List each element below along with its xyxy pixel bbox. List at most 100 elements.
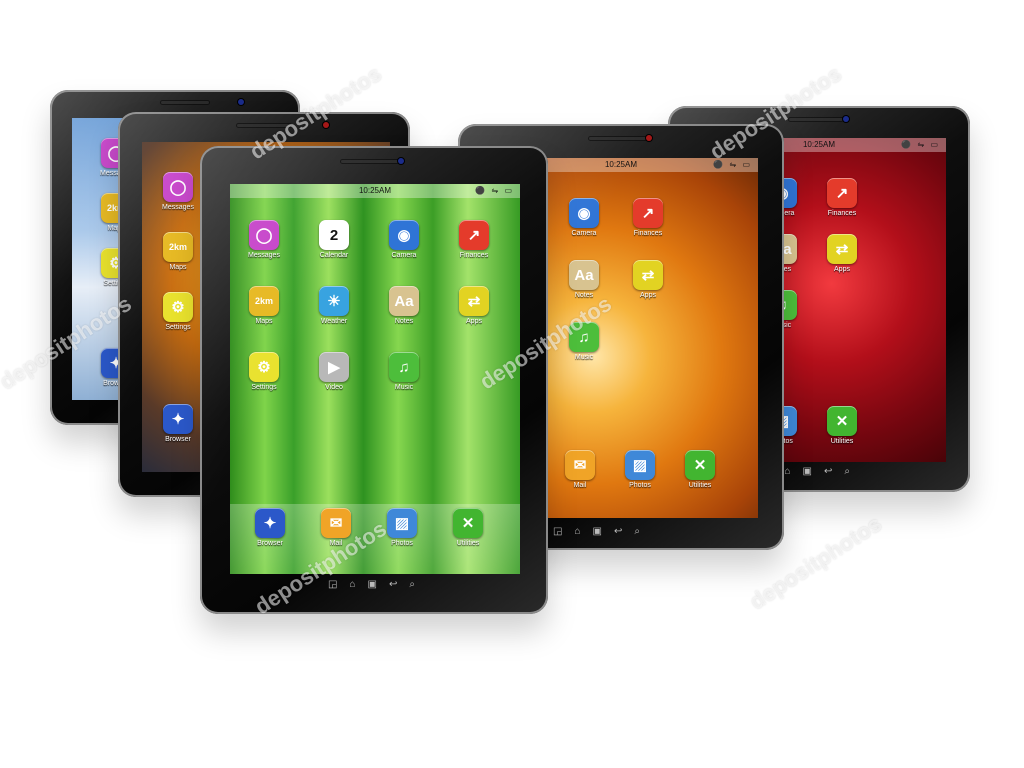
home-icon[interactable]: ⌂ [349,579,355,590]
back-icon[interactable]: ↩ [614,526,622,537]
app-video[interactable]: ▶ Video [308,352,360,391]
app-browser[interactable]: ✦ Browser [244,508,296,547]
app-label: Utilities [688,482,712,489]
search-icon[interactable]: ⌕ [409,579,415,590]
messages-icon: ◯ [249,220,279,250]
app-label: Apps [640,292,656,299]
nav-buttons[interactable]: ◲ ⌂ ▣ ↩ ⌕ [553,526,640,537]
back-icon[interactable]: ↩ [389,579,397,590]
app-apps[interactable]: ⇄ Apps [622,260,674,299]
app-label: Maps [255,318,273,325]
weather-icon: ☀ [319,286,349,316]
app-label: Finances [459,252,489,259]
app-photos[interactable]: ▨ Photos [614,450,666,489]
finances-icon: ↗ [633,198,663,228]
status-bar: 10:25AM ⚫ ⇋ ▭ [230,184,520,198]
app-maps[interactable]: 2km Maps [152,232,204,271]
utilities-icon: ✕ [827,406,857,436]
app-finances[interactable]: ↗ Finances [816,178,868,217]
app-apps[interactable]: ⇄ Apps [816,234,868,273]
front-camera [238,99,244,105]
app-browser[interactable]: ✦ Browser [152,404,204,443]
app-settings[interactable]: ⚙ Settings [238,352,290,391]
mail-icon: ✉ [565,450,595,480]
front-camera [398,158,404,164]
apps-icon: ⇄ [633,260,663,290]
app-utilities[interactable]: ✕ Utilities [442,508,494,547]
browser-icon: ✦ [163,404,193,434]
tablet-screen: 10:25AM ⚫ ⇋ ▭ ◯ Messages 2 Calendar ◉ Camera ↗… [230,184,520,574]
app-label: Settings [165,324,191,331]
photos-icon: ▨ [625,450,655,480]
app-mail[interactable]: ✉ Mail [554,450,606,489]
app-label: Finances [827,210,857,217]
status-icons: ⚫ ⇋ ▭ [901,140,940,149]
app-label: Mail [573,482,587,489]
home-icon[interactable]: ⌂ [784,466,790,477]
nav-buttons[interactable]: ◲ ⌂ ▣ ↩ ⌕ [328,579,415,590]
speaker-grille [340,159,402,164]
notes-icon: Aa [569,260,599,290]
app-label: Maps [169,264,187,271]
utilities-icon: ✕ [685,450,715,480]
maps-icon: 2km [163,232,193,262]
app-utilities[interactable]: ✕ Utilities [816,406,868,445]
status-icons: ⚫ ⇋ ▭ [475,186,514,195]
app-settings[interactable]: ⚙ Settings [152,292,204,331]
music-icon: ♫ [389,352,419,382]
app-label: Browser [257,540,283,547]
video-icon: ▶ [319,352,349,382]
app-label: Calendar [319,252,349,259]
menu-icon[interactable]: ▣ [593,526,602,537]
app-music[interactable]: ♫ Music [378,352,430,391]
app-utilities[interactable]: ✕ Utilities [674,450,726,489]
finances-icon: ↗ [459,220,489,250]
messages-icon: ◯ [163,172,193,202]
utilities-icon: ✕ [453,508,483,538]
app-maps[interactable]: 2km Maps [238,286,290,325]
app-label: Messages [162,204,194,211]
maps-icon: 2km [249,286,279,316]
settings-icon: ⚙ [163,292,193,322]
app-label: Weather [320,318,348,325]
app-messages[interactable]: ◯ Messages [238,220,290,259]
app-camera[interactable]: ◉ Camera [378,220,430,259]
app-label: Notes [394,318,414,325]
app-camera[interactable]: ◉ Camera [558,198,610,237]
app-finances[interactable]: ↗ Finances [448,220,500,259]
recent-apps-icon[interactable]: ◲ [328,579,337,590]
menu-icon[interactable]: ▣ [803,466,812,477]
status-time: 10:25AM [604,160,638,169]
notes-icon: Aa [389,286,419,316]
search-icon[interactable]: ⌕ [634,526,640,537]
app-label: Apps [834,266,850,273]
photos-icon: ▨ [387,508,417,538]
home-icon[interactable]: ⌂ [574,526,580,537]
app-weather[interactable]: ☀ Weather [308,286,360,325]
speaker-grille [788,117,844,122]
speaker-grille [588,136,648,141]
app-notes[interactable]: Aa Notes [378,286,430,325]
app-apps[interactable]: ⇄ Apps [448,286,500,325]
apps-icon: ⇄ [459,286,489,316]
settings-icon: ⚙ [249,352,279,382]
app-label: Video [325,384,343,391]
apps-icon: ⇄ [827,234,857,264]
app-label: Photos [629,482,651,489]
recent-apps-icon[interactable]: ◲ [553,526,562,537]
app-label: Camera [571,230,597,237]
app-label: Camera [391,252,417,259]
app-calendar[interactable]: 2 Calendar [308,220,360,259]
back-icon[interactable]: ↩ [824,466,832,477]
search-icon[interactable]: ⌕ [844,466,850,477]
status-time: 10:25AM [802,140,836,149]
app-finances[interactable]: ↗ Finances [622,198,674,237]
app-label: Finances [633,230,663,237]
camera-icon: ◉ [389,220,419,250]
app-messages[interactable]: ◯ Messages [152,172,204,211]
menu-icon[interactable]: ▣ [368,579,377,590]
speaker-grille [160,100,210,105]
front-camera [646,135,652,141]
app-label: Music [574,354,594,361]
app-label: Browser [165,436,191,443]
